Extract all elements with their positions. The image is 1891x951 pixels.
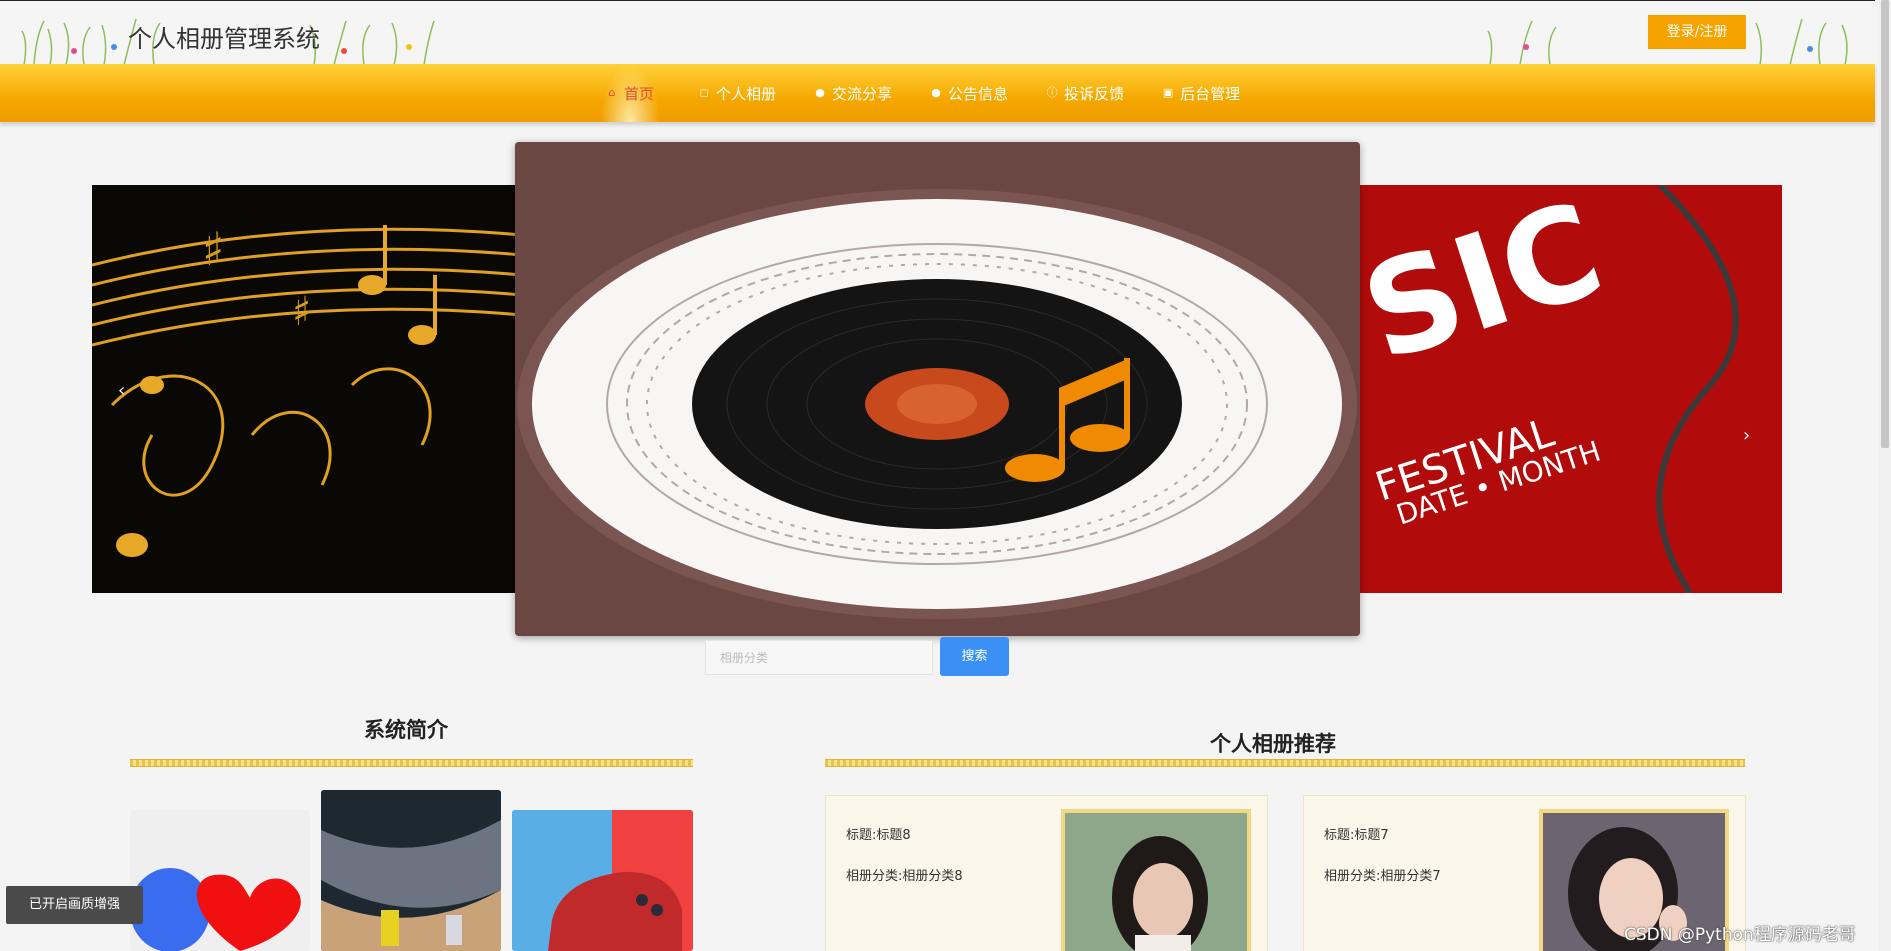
- recommend-divider: [825, 759, 1745, 767]
- album-card[interactable]: 标题:标题8 相册分类:相册分类8: [825, 795, 1268, 951]
- image-carousel: ♯ ♯ SIC FESTIVAL DATE • MONTH › ‹: [0, 140, 1875, 640]
- top-bar: 个人相册管理系统 登录/注册: [0, 0, 1875, 65]
- heart-image: [130, 810, 310, 951]
- album-category-search-input[interactable]: [705, 640, 933, 675]
- dot-icon: ●: [931, 86, 941, 99]
- main-nav: ⌂ 首页 ◻ 个人相册 ● 交流分享 ● 公告信息 ⓘ 投诉反馈 ▣ 后台管理: [0, 64, 1875, 122]
- watermark-text: CSDN @Python程序源码老哥: [1624, 925, 1856, 945]
- nav-item-label: 投诉反馈: [1064, 84, 1125, 103]
- intro-thumb-heart[interactable]: [130, 810, 310, 951]
- album-photo[interactable]: [1061, 809, 1251, 951]
- carousel-slide-vinyl[interactable]: [515, 142, 1360, 636]
- svg-text:♯: ♯: [202, 222, 224, 276]
- page-scrollbar[interactable]: [1879, 0, 1891, 951]
- nav-item-share[interactable]: ● 交流分享: [814, 64, 892, 122]
- nav-item-label: 个人相册: [716, 84, 777, 103]
- nav-item-label: 交流分享: [832, 84, 893, 103]
- intro-section-title: 系统简介: [364, 718, 448, 742]
- dot-icon: ●: [815, 86, 825, 99]
- info-icon: ⓘ: [1046, 86, 1058, 99]
- festival-poster-image: SIC FESTIVAL DATE • MONTH: [1360, 185, 1782, 593]
- nav-item-announcements[interactable]: ● 公告信息: [930, 64, 1008, 122]
- album-category: 相册分类:相册分类8: [846, 869, 963, 884]
- music-notes-image: ♯ ♯: [92, 185, 522, 593]
- nav-item-label: 公告信息: [948, 84, 1009, 103]
- nav-item-label: 首页: [624, 84, 655, 103]
- site-title: 个人相册管理系统: [128, 25, 320, 53]
- vinyl-record-image: [515, 142, 1360, 636]
- recommend-section-title: 个人相册推荐: [1210, 732, 1336, 756]
- scrollbar-thumb[interactable]: [1881, 0, 1889, 448]
- album-category: 相册分类:相册分类7: [1324, 869, 1441, 884]
- nav-item-home[interactable]: ⌂ 首页: [600, 64, 661, 122]
- gamepad-image: [512, 810, 693, 951]
- nav-item-feedback[interactable]: ⓘ 投诉反馈: [1046, 64, 1125, 122]
- home-icon: ⌂: [608, 86, 616, 99]
- search-button[interactable]: 搜索: [940, 637, 1009, 676]
- album-title: 标题:标题8: [846, 828, 911, 843]
- login-register-button[interactable]: 登录/注册: [1648, 15, 1746, 49]
- bag-icon: ◻: [699, 86, 709, 99]
- nav-item-admin[interactable]: ▣ 后台管理: [1162, 64, 1240, 122]
- portrait-image: [1065, 813, 1247, 951]
- space-image: [321, 790, 501, 951]
- intro-divider: [130, 759, 693, 767]
- admin-icon: ▣: [1162, 86, 1174, 99]
- album-title: 标题:标题7: [1324, 828, 1389, 843]
- nav-item-label: 后台管理: [1180, 84, 1241, 103]
- quality-enhance-badge[interactable]: 已开启画质增强: [6, 886, 143, 924]
- intro-thumb-gamepad[interactable]: [512, 810, 693, 951]
- svg-text:♯: ♯: [292, 289, 311, 335]
- carousel-slide-music-notes[interactable]: ♯ ♯: [92, 185, 522, 593]
- nav-item-personal-album[interactable]: ◻ 个人相册: [698, 64, 776, 122]
- carousel-prev-arrow[interactable]: ‹: [118, 380, 125, 401]
- carousel-slide-festival[interactable]: SIC FESTIVAL DATE • MONTH ›: [1360, 185, 1782, 593]
- carousel-next-arrow[interactable]: ›: [1743, 425, 1750, 446]
- intro-thumb-space[interactable]: [321, 790, 501, 951]
